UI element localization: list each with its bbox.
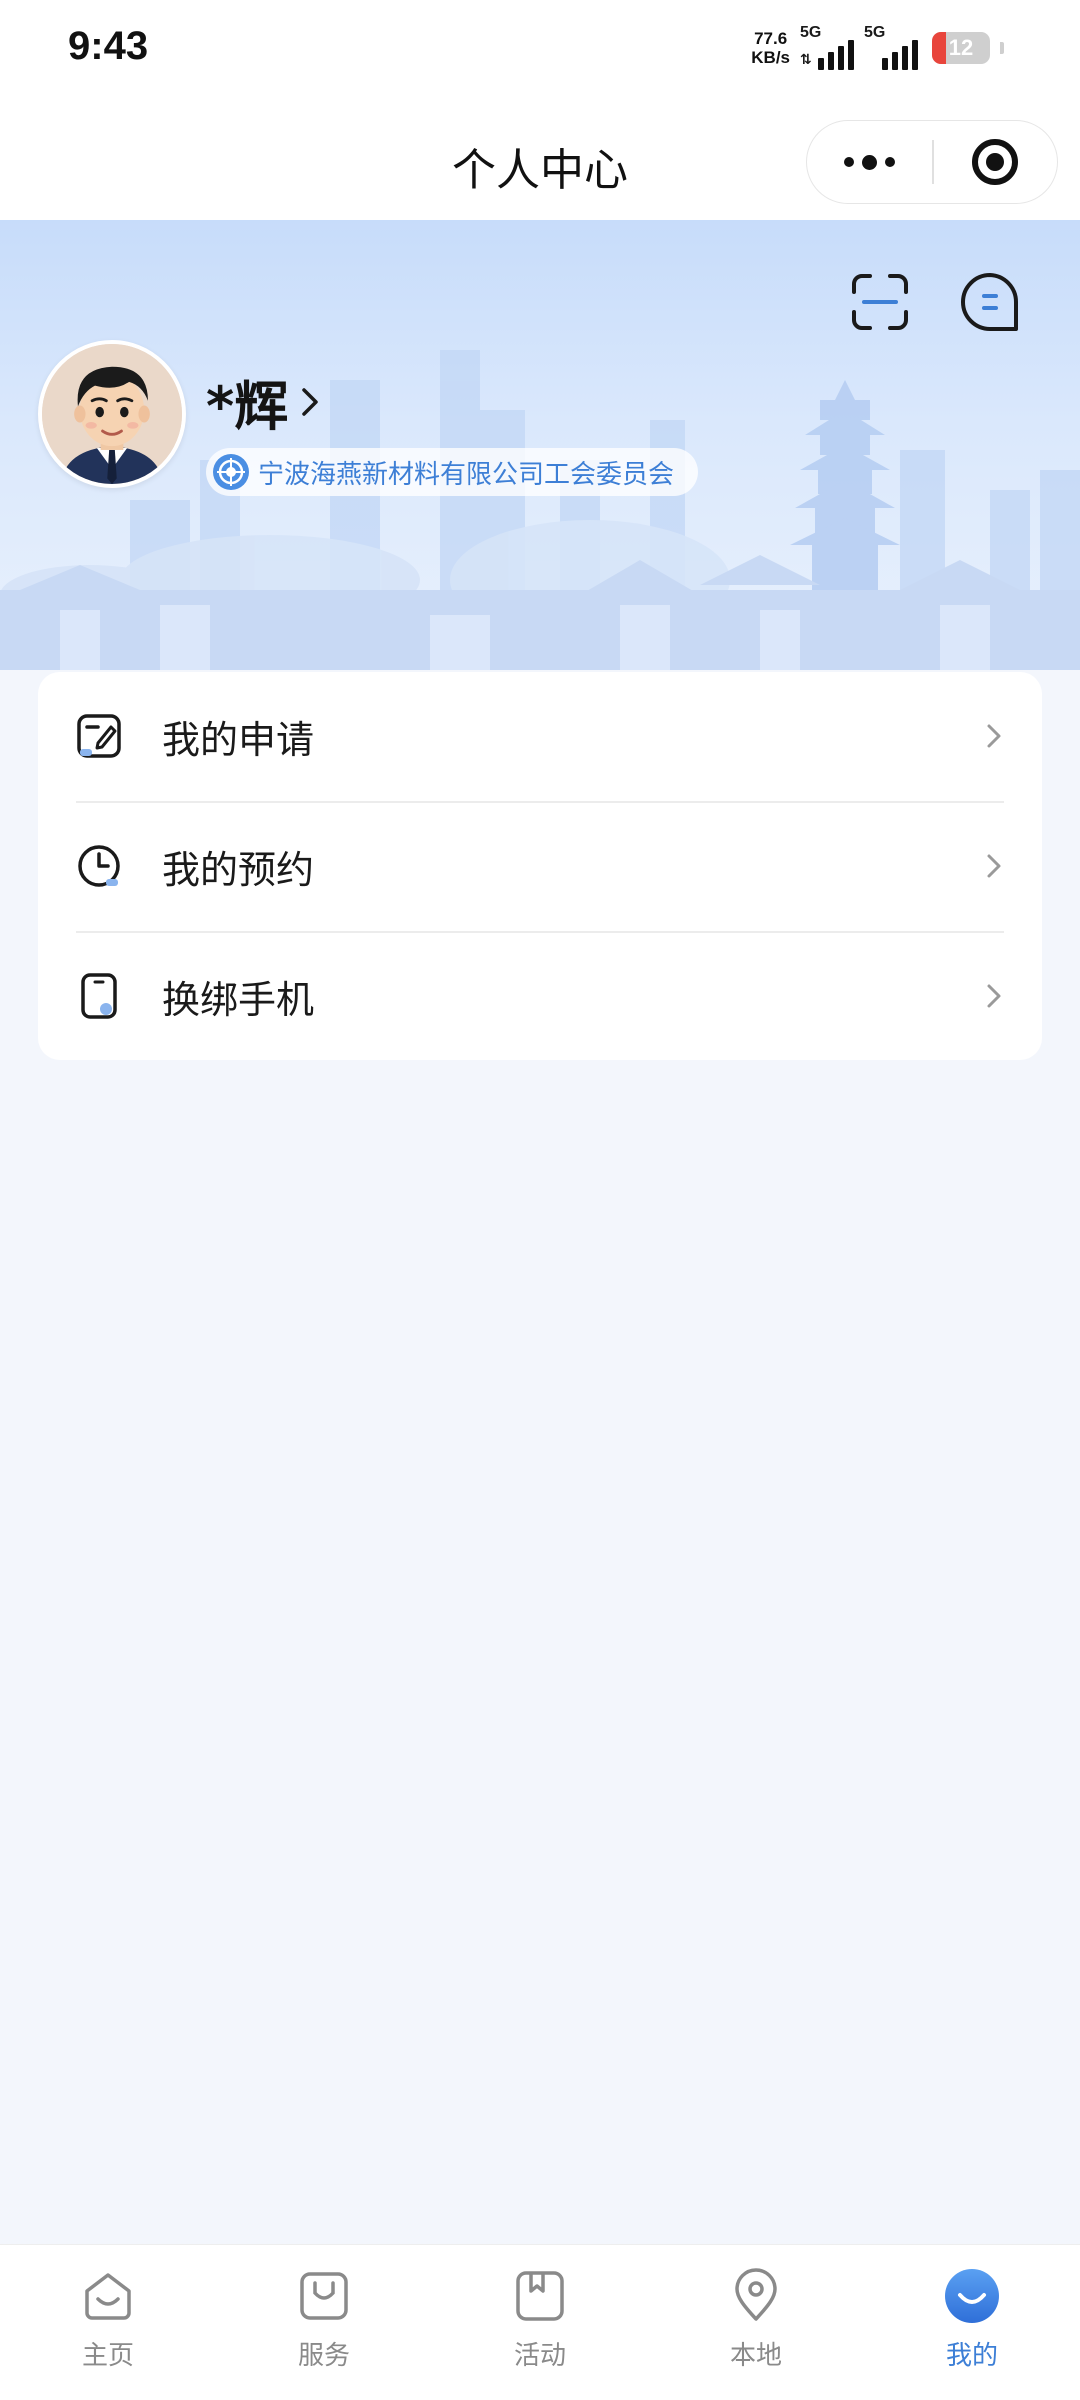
tab-mine[interactable]: 我的 (864, 2267, 1080, 2387)
smile-icon (945, 2269, 999, 2323)
user-name-link[interactable]: *辉 (206, 362, 324, 441)
application-icon (77, 714, 121, 758)
signal-1-icon: 5G ⇅ (800, 24, 854, 70)
organization-badge: 宁波海燕新材料有限公司工会委员会 (206, 448, 699, 496)
tab-label: 本地 (729, 2341, 782, 2371)
tab-local[interactable]: 本地 (648, 2267, 864, 2387)
menu-card: 我的申请 我的预约 换绑手机 (38, 672, 1042, 1060)
data-arrows-icon: ⇅ (800, 52, 812, 68)
battery-icon: 12 (932, 32, 990, 64)
chevron-right-icon (987, 854, 1001, 878)
chevron-right-icon (987, 984, 1001, 1008)
nav-bar: 个人中心 (0, 100, 1080, 220)
message-icon[interactable] (958, 270, 1022, 334)
bookmark-icon (516, 2271, 564, 2321)
network-speed: 77.6 KB/s (751, 29, 790, 67)
menu-label: 我的预约 (162, 847, 315, 892)
tab-label: 活动 (513, 2341, 566, 2371)
location-icon (735, 2268, 777, 2321)
user-name: *辉 (206, 375, 289, 438)
signal-2-icon: 5G (864, 24, 918, 70)
tab-label: 服务 (297, 2341, 350, 2371)
chevron-right-icon (302, 387, 318, 416)
menu-item-my-application[interactable]: 我的申请 (38, 672, 1042, 800)
scan-icon[interactable] (848, 270, 912, 334)
union-logo-icon (213, 454, 249, 490)
tab-home[interactable]: 主页 (0, 2267, 216, 2387)
signal-1-type: 5G (800, 24, 822, 41)
status-indicators: 77.6 KB/s 5G ⇅ 5G 12 (751, 24, 1004, 70)
menu-item-my-appointment[interactable]: 我的预约 (38, 802, 1042, 930)
battery-level: 12 (948, 35, 974, 60)
more-dots-icon[interactable] (807, 121, 932, 203)
network-speed-unit: KB/s (751, 48, 790, 67)
phone-icon (81, 973, 117, 1019)
status-bar: 9:43 77.6 KB/s 5G ⇅ 5G 12 (0, 0, 1080, 100)
bottom-tab-bar: 主页 服务 活动 本地 我的 (0, 2244, 1080, 2400)
menu-label: 我的申请 (162, 717, 315, 762)
tab-label: 主页 (81, 2341, 134, 2371)
profile-banner: *辉 宁波海燕新材料有限公司工会委员会 (0, 220, 1080, 670)
chevron-right-icon (987, 724, 1001, 748)
menu-item-rebind-phone[interactable]: 换绑手机 (38, 932, 1042, 1060)
clock-icon (78, 845, 120, 887)
bag-icon (300, 2272, 348, 2320)
home-icon (85, 2273, 131, 2320)
organization-name: 宁波海燕新材料有限公司工会委员会 (258, 459, 675, 490)
avatar[interactable] (38, 340, 186, 488)
network-speed-value: 77.6 (754, 29, 788, 48)
menu-label: 换绑手机 (162, 977, 315, 1022)
mini-program-capsule (806, 120, 1058, 204)
status-time: 9:43 (68, 24, 149, 68)
tab-activities[interactable]: 活动 (432, 2267, 648, 2387)
tab-label: 我的 (945, 2341, 998, 2371)
tab-services[interactable]: 服务 (216, 2267, 432, 2387)
target-close-icon[interactable] (934, 121, 1058, 203)
signal-2-type: 5G (864, 24, 886, 41)
